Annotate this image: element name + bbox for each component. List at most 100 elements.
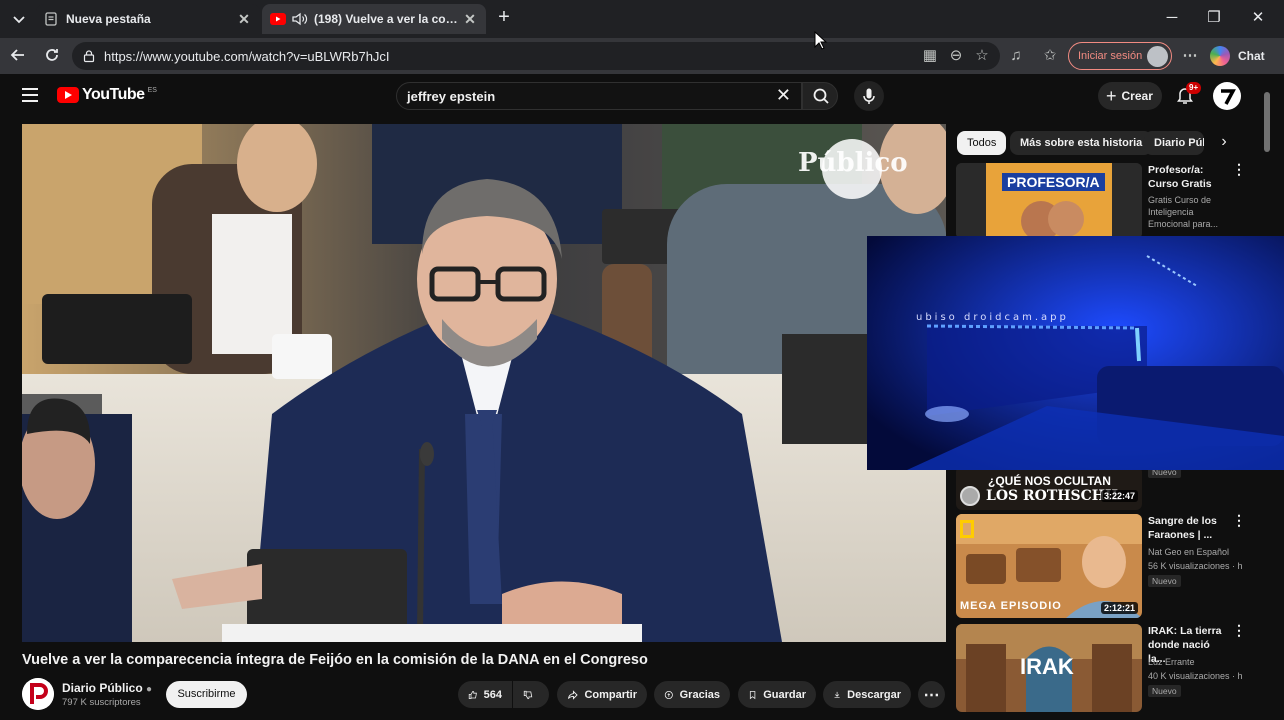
floating-camera-overlay[interactable] <box>867 236 1284 470</box>
download-icon <box>834 691 840 698</box>
tab-youtube-video[interactable]: (198) Vuelve a ver la comparecencia ínte… <box>262 4 486 34</box>
download-button[interactable]: Descargar <box>823 681 911 708</box>
plus-icon: + <box>1106 85 1117 106</box>
rec-description: Gratis Curso de <box>1148 195 1212 205</box>
create-button[interactable]: + Crear <box>1098 82 1162 110</box>
country-code: ES <box>147 86 157 94</box>
signin-button[interactable]: Iniciar sesión <box>1068 42 1172 70</box>
close-tab-icon[interactable]: ✕ <box>462 11 478 28</box>
browser-tab-strip: Nueva pestaña ✕ (198) Vuelve a ver la co… <box>0 0 1284 38</box>
youtube-icon <box>270 13 286 25</box>
search-icon <box>813 88 829 104</box>
share-button[interactable]: Compartir <box>557 681 647 708</box>
new-tab-icon[interactable]: + <box>494 7 514 27</box>
download-label: Descargar <box>847 688 901 701</box>
thumbnail-text: MEGA EPISODIO <box>960 600 1062 612</box>
video-thumbnail[interactable]: IRAK <box>956 624 1142 712</box>
subscriber-count: 797 K suscriptores <box>62 697 141 708</box>
menu-icon[interactable] <box>22 88 38 102</box>
subscribe-button[interactable]: Suscribirme <box>166 681 247 708</box>
video-title: Vuelve a ver la comparecencia íntegra de… <box>22 652 648 668</box>
save-button[interactable]: Guardar <box>738 681 816 708</box>
recommended-video[interactable]: PROFESOR/A Profesor/a: Curso Gratis Grat… <box>956 162 1246 239</box>
browser-toolbar: https://www.youtube.com/watch?v=uBLWRb7h… <box>0 38 1284 74</box>
duration-badge: 3:22:47 <box>1100 490 1138 502</box>
recommended-video[interactable]: IRAK IRAK: La tierra donde nació la... L… <box>956 623 1246 712</box>
youtube-logo[interactable]: YouTube ES <box>57 86 157 104</box>
rec-channel: Luz Errante <box>1148 657 1195 667</box>
more-actions-button[interactable]: ⋯ <box>918 681 945 708</box>
voice-search-button[interactable] <box>854 81 884 111</box>
profile-avatar <box>1147 46 1168 67</box>
more-options-icon[interactable]: ⋮ <box>1232 623 1246 644</box>
back-icon[interactable] <box>8 46 28 66</box>
minimize-icon[interactable]: ─ <box>1162 8 1182 28</box>
recommended-video[interactable]: MEGA EPISODIO 2:12:21 Sangre de los Fara… <box>956 513 1246 618</box>
tab-new-tab[interactable]: Nueva pestaña ✕ <box>36 4 260 34</box>
tab-title: (198) Vuelve a ver la comparecencia ínte… <box>314 12 462 26</box>
channel-avatar[interactable] <box>22 678 54 710</box>
copilot-chat-button[interactable]: Chat <box>1210 44 1274 68</box>
address-bar[interactable]: https://www.youtube.com/watch?v=uBLWRb7h… <box>72 42 1000 70</box>
favorites-icon[interactable]: ✩ <box>1040 46 1060 66</box>
search-value: jeffrey epstein <box>407 88 496 104</box>
save-label: Guardar <box>763 688 806 701</box>
verified-icon: ● <box>146 684 153 695</box>
search-button[interactable] <box>802 82 838 110</box>
rec-views: 56 K visualizaciones · h <box>1148 561 1243 571</box>
recommended-video[interactable]: ¿QUÉ NOS OCULTAN LOS ROTHSCHIL 3:22:47 N… <box>956 466 1246 510</box>
site-info-icon[interactable] <box>82 49 96 63</box>
zoom-icon[interactable]: ⊖ <box>946 46 966 66</box>
media-control-icon[interactable]: ♫ <box>1006 46 1026 66</box>
like-button[interactable]: 564 <box>458 681 512 708</box>
mouse-cursor-icon <box>814 31 828 50</box>
rec-views: 40 K visualizaciones · h <box>1148 671 1243 681</box>
rec-title: Profesor/a: Curso Gratis <box>1148 164 1212 190</box>
close-window-icon[interactable]: ✕ <box>1248 8 1268 28</box>
channel-name-text: Diario Público <box>62 681 143 695</box>
video-player[interactable]: Público <box>22 124 946 642</box>
app-available-icon[interactable]: ▦ <box>920 46 940 66</box>
chip-todos[interactable]: Todos <box>957 131 1007 155</box>
dislike-button[interactable] <box>513 681 549 708</box>
youtube-logo-text: YouTube <box>82 86 145 103</box>
channel-name[interactable]: Diario Público ● <box>62 681 152 695</box>
thumbnail-text: IRAK <box>1020 654 1074 679</box>
bookmark-icon <box>749 690 756 699</box>
maximize-icon[interactable]: ❐ <box>1204 8 1224 28</box>
tab-search-chevron-icon[interactable] <box>10 10 28 28</box>
thanks-button[interactable]: Gracias <box>654 681 730 708</box>
video-thumbnail[interactable]: MEGA EPISODIO 2:12:21 <box>956 514 1142 618</box>
create-label: Crear <box>1121 89 1153 103</box>
video-thumbnail[interactable]: ¿QUÉ NOS OCULTAN LOS ROTHSCHIL 3:22:47 <box>956 466 1142 510</box>
copilot-icon <box>1210 46 1230 66</box>
clear-search-icon[interactable]: ✕ <box>776 85 791 106</box>
thumbs-down-icon <box>523 690 533 699</box>
natgeo-logo-icon <box>960 520 974 538</box>
thumbnail-text: PROFESOR/A <box>1002 173 1105 191</box>
microphone-icon <box>863 88 875 104</box>
video-thumbnail[interactable]: PROFESOR/A <box>956 163 1142 239</box>
reload-icon[interactable] <box>42 46 62 66</box>
more-options-icon[interactable]: ⋮ <box>1232 162 1246 183</box>
favorite-star-icon[interactable]: ☆ <box>972 46 992 66</box>
scrollbar-thumb[interactable] <box>1264 92 1270 152</box>
account-avatar[interactable] <box>1213 82 1241 110</box>
thanks-icon <box>664 690 673 699</box>
more-menu-icon[interactable]: ⋯ <box>1180 46 1200 66</box>
chip-more-story[interactable]: Más sobre esta historia <box>1010 131 1153 155</box>
chip-diario-publico[interactable]: Diario Púb <box>1144 131 1204 155</box>
close-tab-icon[interactable]: ✕ <box>236 11 252 28</box>
coin-icon <box>960 486 980 506</box>
thumbnail-text: ¿QUÉ NOS OCULTAN <box>988 474 1111 488</box>
page-scrollbar[interactable] <box>1262 80 1272 710</box>
rec-title: Sangre de los Faraones | ... <box>1148 515 1217 541</box>
search-input[interactable]: jeffrey epstein ✕ <box>396 82 802 110</box>
speaker-icon[interactable] <box>292 12 308 26</box>
video-watermark-logo: Público <box>798 148 908 178</box>
chevron-right-icon[interactable]: › <box>1214 133 1234 153</box>
duration-badge: 2:12:21 <box>1100 602 1138 614</box>
new-badge: Nuevo <box>1148 575 1181 587</box>
thanks-label: Gracias <box>679 688 720 701</box>
more-options-icon[interactable]: ⋮ <box>1232 513 1246 534</box>
